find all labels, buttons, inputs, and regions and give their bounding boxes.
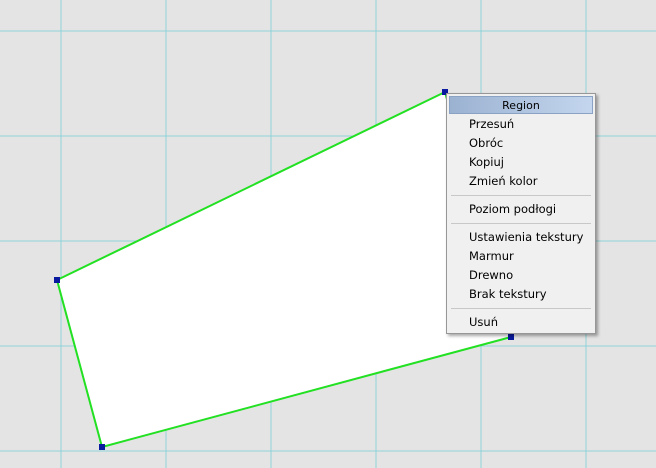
menu-item-copy[interactable]: Kopiuj [449,153,593,172]
menu-item-no-texture[interactable]: Brak tekstury [449,285,593,304]
vertex-handle[interactable] [508,334,514,340]
vertex-handle[interactable] [99,444,105,450]
menu-item-texture-settings[interactable]: Ustawienia tekstury [449,228,593,247]
region-context-menu: Region Przesuń Obróc Kopiuj Zmień kolor … [446,93,596,334]
menu-header-region: Region [449,96,593,114]
menu-separator [451,195,591,196]
menu-item-floor-level[interactable]: Poziom podłogi [449,200,593,219]
menu-separator [451,223,591,224]
menu-item-change-color[interactable]: Zmień kolor [449,172,593,191]
menu-item-delete[interactable]: Usuń [449,313,593,332]
menu-item-wood[interactable]: Drewno [449,266,593,285]
menu-item-move[interactable]: Przesuń [449,115,593,134]
menu-item-rotate[interactable]: Obróc [449,134,593,153]
vertex-handle[interactable] [54,277,60,283]
menu-item-marble[interactable]: Marmur [449,247,593,266]
menu-separator [451,308,591,309]
